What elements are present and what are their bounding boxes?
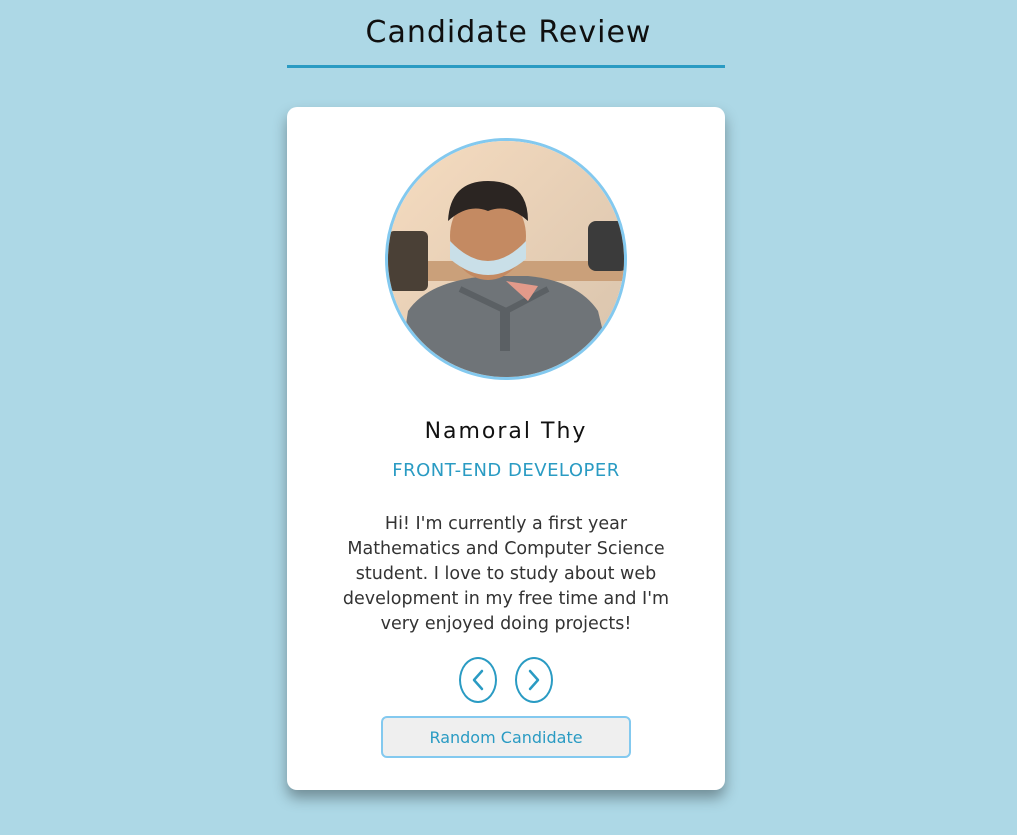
candidate-avatar: [385, 138, 627, 380]
candidate-bio: Hi! I'm currently a first year Mathemati…: [342, 514, 670, 634]
chevron-left-icon: [472, 669, 484, 691]
chevron-right-icon: [528, 669, 540, 691]
title-underline: [287, 65, 725, 68]
previous-candidate-button[interactable]: [459, 657, 497, 703]
page-title: Candidate Review: [365, 15, 652, 50]
candidate-name: Namoral Thy: [424, 419, 588, 444]
candidate-role: FRONT-END DEVELOPER: [392, 460, 620, 481]
next-candidate-button[interactable]: [515, 657, 553, 703]
candidate-card: Namoral Thy FRONT-END DEVELOPER Hi! I'm …: [287, 107, 725, 790]
candidate-photo: [388, 141, 624, 377]
random-candidate-button[interactable]: Random Candidate: [381, 716, 631, 758]
